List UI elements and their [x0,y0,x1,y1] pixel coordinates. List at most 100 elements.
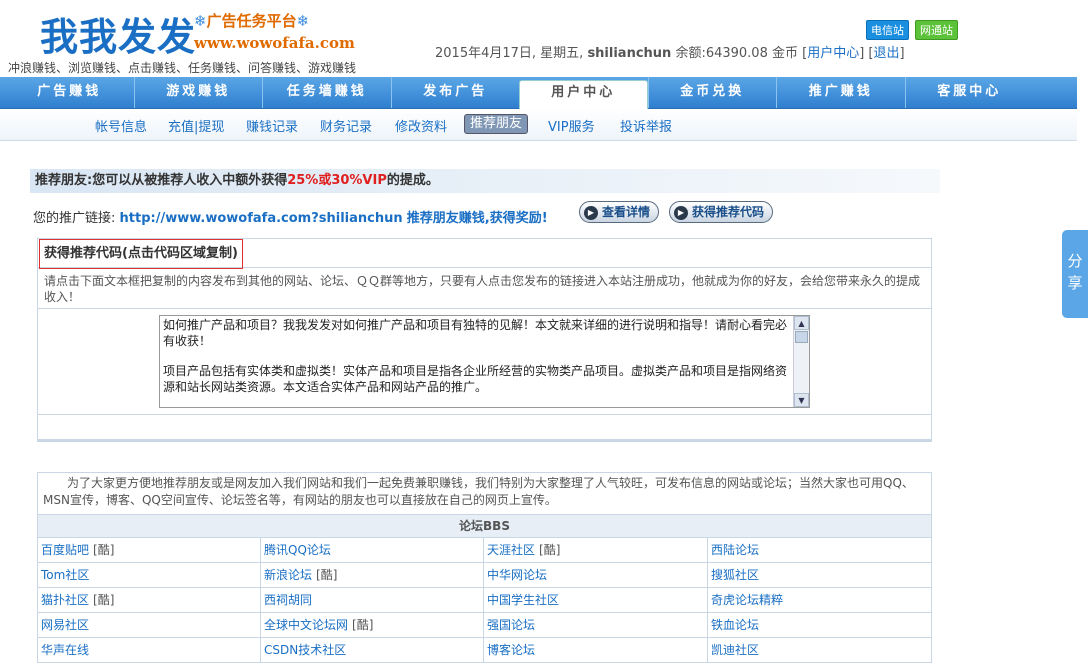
forum-link[interactable]: 全球中文论坛网 [264,618,348,632]
forum-link[interactable]: 强国论坛 [487,618,535,632]
cool-tag: [酷] [352,618,374,632]
forum-link[interactable]: 天涯社区 [487,543,535,557]
forum-section: 为了大家更方便地推荐朋友或是网友加入我们网站和我们一起免费兼职赚钱，我们特别为大… [37,472,932,663]
current-date: 2015年4月17日, 星期五 [435,46,580,61]
platform-name: ❄广告任务平台❄ [194,10,309,31]
forum-cell: 西陆论坛 [708,538,931,563]
site-url: www.wowofafa.com [194,34,355,52]
forum-link[interactable]: 华声在线 [41,643,89,657]
subnav-finance-log[interactable]: 财务记录 [320,116,372,135]
site-slogan: 冲浪赚钱、浏览赚钱、点击赚钱、任务赚钱、问答赚钱、游戏赚钱 [8,61,357,75]
forum-link[interactable]: 新浪论坛 [264,568,312,582]
site-logo[interactable]: 我我发发 [40,6,196,61]
netcom-site-button[interactable]: 网通站 [915,20,958,40]
subnav-complaint[interactable]: 投诉举报 [620,116,672,135]
view-details-label: 查看详情 [602,205,651,219]
forum-table-header: 论坛BBS [38,514,931,538]
nav-item-game-earn[interactable]: 游戏赚钱 [133,77,263,108]
divider [38,439,931,441]
platform-name-text: 广告任务平台 [206,12,297,30]
subnav-recharge-withdraw[interactable]: 充值|提现 [168,116,224,135]
cool-tag: [酷] [93,543,115,557]
forum-cell: 百度贴吧 [酷] [38,538,261,563]
forum-link[interactable]: 西祠胡同 [264,593,312,607]
forum-link[interactable]: 铁血论坛 [711,618,759,632]
scroll-thumb[interactable] [795,331,808,343]
nav-item-promote-earn[interactable]: 推广赚钱 [776,77,905,108]
promo-link-label: 您的推广链接: [33,211,116,226]
subnav-earnings-log[interactable]: 赚钱记录 [246,116,298,135]
forum-cell: 搜狐社区 [708,563,931,588]
forum-cell: 全球中文论坛网 [酷] [261,613,484,638]
nav-item-coin-exchange[interactable]: 金币兑换 [647,77,777,108]
subnav-edit-profile[interactable]: 修改资料 [395,116,447,135]
forum-cell: 猫扑社区 [酷] [38,588,261,613]
forum-link[interactable]: Tom社区 [41,568,89,582]
logout-link[interactable]: 退出 [874,46,900,61]
forum-cell: 中国学生社区 [484,588,708,613]
view-details-button[interactable]: ▶ 查看详情 [579,201,660,223]
subnav-vip-service[interactable]: VIP服务 [548,116,595,135]
forum-link[interactable]: 凯迪社区 [711,643,759,657]
balance: 余额:64390.08 金币 [675,46,798,61]
textarea-scrollbar[interactable]: ▲ ▼ [793,316,809,407]
code-box-heading: 获得推荐代码(点击代码区域复制) [39,239,243,269]
forum-link[interactable]: 搜狐社区 [711,568,759,582]
share-tab[interactable]: 分享 [1062,230,1088,318]
forum-link[interactable]: 网易社区 [41,618,89,632]
nav-item-user-center[interactable]: 用户中心 [519,80,648,109]
forum-cell: 中华网论坛 [484,563,708,588]
site-switcher: 电信站 网通站 [866,20,958,40]
forum-link[interactable]: 百度贴吧 [41,543,89,557]
promo-reward-link[interactable]: 推荐朋友赚钱,获得奖励! [407,211,548,226]
referral-code-textarea[interactable]: 如何推广产品和项目？我我发发对如何推广产品和项目有独特的见解！本文就来详细的进行… [159,315,810,408]
subnav-account-info[interactable]: 帐号信息 [95,116,147,135]
nav-item-customer-service[interactable]: 客服中心 [904,77,1034,108]
forum-link[interactable]: 猫扑社区 [41,593,89,607]
nav-item-taskwall-earn[interactable]: 任务墙赚钱 [262,77,391,108]
forum-link[interactable]: CSDN技术社区 [264,643,346,657]
forum-cell: CSDN技术社区 [261,638,484,662]
scroll-down-icon[interactable]: ▼ [794,393,809,407]
play-icon: ▶ [674,205,688,220]
play-icon: ▶ [584,205,598,220]
forum-cell: 腾讯QQ论坛 [261,538,484,563]
scroll-up-icon[interactable]: ▲ [794,316,809,330]
user-center-link[interactable]: 用户中心 [807,46,859,61]
forum-cell: 奇虎论坛精粹 [708,588,931,613]
site-header: 我我发发 ❄广告任务平台❄ www.wowofafa.com 冲浪赚钱、浏览赚钱… [0,0,1088,78]
snowflake-icon: ❄ [194,12,207,30]
forum-cell: 网易社区 [38,613,261,638]
forum-cell: 铁血论坛 [708,613,931,638]
forum-link[interactable]: 奇虎论坛精粹 [711,593,783,607]
recommend-title-suffix: 的提成。 [386,173,439,188]
nav-item-publish-ad[interactable]: 发布广告 [390,77,520,108]
forum-link[interactable]: 中华网论坛 [487,568,547,582]
forum-link[interactable]: 西陆论坛 [711,543,759,557]
code-box-description: 请点击下面文本框把复制的内容发布到其他的网站、论坛、ＱＱ群等地方，只要有人点击您… [44,274,921,304]
cool-tag: [酷] [316,568,338,582]
forum-intro: 为了大家更方便地推荐朋友或是网友加入我们网站和我们一起免费兼职赚钱，我们特别为大… [43,476,914,507]
promo-link-url[interactable]: http://www.wowofafa.com?shilianchun [120,211,403,226]
get-code-button[interactable]: ▶ 获得推荐代码 [669,201,774,223]
commission-highlight: 25%或30%VIP [287,173,387,188]
forum-link[interactable]: 中国学生社区 [487,593,559,607]
main-nav: 广告赚钱 游戏赚钱 任务墙赚钱 发布广告 用户中心 金币兑换 推广赚钱 客服中心 [0,77,1077,109]
username: shilianchun [587,46,672,61]
cool-tag: [酷] [539,543,561,557]
subnav-recommend-friends[interactable]: 推荐朋友 [464,114,529,134]
forum-link[interactable]: 腾讯QQ论坛 [264,543,331,557]
forum-cell: 天涯社区 [酷] [484,538,708,563]
forum-cell: 新浪论坛 [酷] [261,563,484,588]
forum-link[interactable]: 博客论坛 [487,643,535,657]
get-code-label: 获得推荐代码 [692,205,765,219]
code-box: 获得推荐代码(点击代码区域复制) 请点击下面文本框把复制的内容发布到其他的网站、… [37,238,932,442]
recommend-title: 推荐朋友:您可以从被推荐人收入中额外获得25%或30%VIP的提成。 [30,169,940,193]
nav-item-ad-earn[interactable]: 广告赚钱 [5,77,134,108]
forum-cell: Tom社区 [38,563,261,588]
forum-grid: 百度贴吧 [酷] 腾讯QQ论坛 天涯社区 [酷] 西陆论坛 Tom社区 新浪论坛 [酷] 中华网论… [38,538,931,662]
forum-cell: 西祠胡同 [261,588,484,613]
sub-nav: 帐号信息 充值|提现 赚钱记录 财务记录 修改资料 推荐朋友 VIP服务 投诉举… [0,109,1077,141]
telecom-site-button[interactable]: 电信站 [866,20,909,40]
recommend-title-prefix: 推荐朋友:您可以从被推荐人收入中额外获得 [35,173,288,188]
